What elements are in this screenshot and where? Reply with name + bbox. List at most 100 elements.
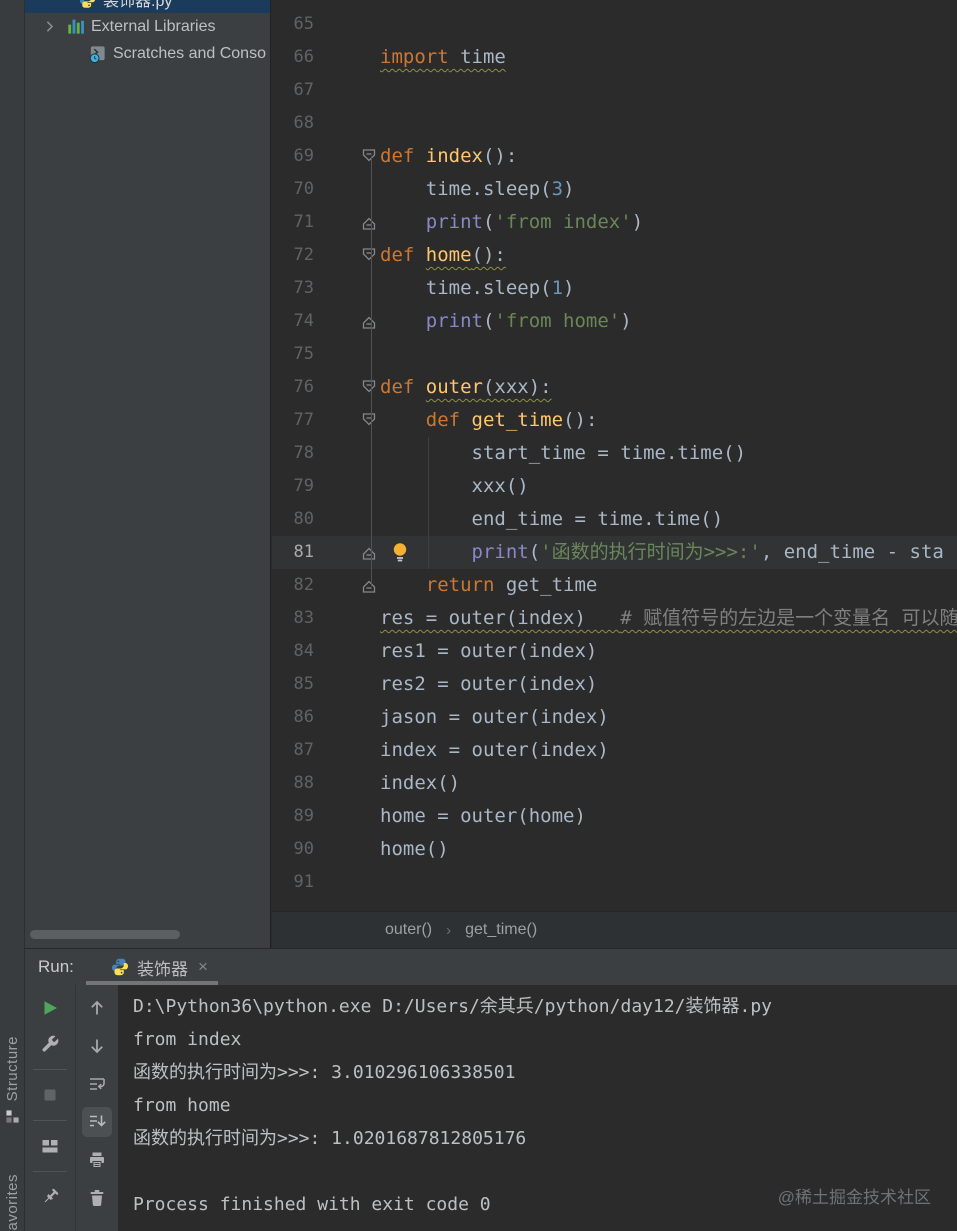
editor-line-88[interactable]: 88 index() <box>272 767 957 800</box>
print-button[interactable] <box>82 1145 112 1175</box>
editor-line-86[interactable]: 86 jason = outer(index) <box>272 701 957 734</box>
tree-item-decorator-file[interactable]: 装饰器.py <box>25 0 270 13</box>
line-number: 67 <box>293 80 314 100</box>
editor-line-75[interactable]: 75 <box>272 338 957 371</box>
editor-line-66[interactable]: 66 import time <box>272 41 957 74</box>
line-number: 69 <box>293 146 314 166</box>
restore-layout-button[interactable] <box>35 1131 65 1161</box>
editor-line-71[interactable]: 71 print('from index') <box>272 206 957 239</box>
line-number: 66 <box>293 47 314 67</box>
up-arrow-icon <box>87 998 107 1018</box>
breadcrumb-item-outer[interactable]: outer() <box>385 921 432 939</box>
sidebar-tab-structure[interactable]: Structure <box>0 1036 25 1124</box>
close-icon[interactable]: × <box>198 957 208 977</box>
fold-up-icon[interactable] <box>361 312 377 331</box>
editor-line-90[interactable]: 90 home() <box>272 833 957 866</box>
scroll-to-end-button[interactable] <box>82 1107 112 1137</box>
editor-line-77[interactable]: 77 def get_time(): <box>272 404 957 437</box>
indent-guide <box>428 437 429 569</box>
editor-line-78[interactable]: 78 start_time = time.time() <box>272 437 957 470</box>
fold-down-icon[interactable] <box>361 411 377 430</box>
print-icon <box>87 1150 107 1170</box>
toolbar-separator <box>33 1069 67 1070</box>
code-text: index() <box>380 772 461 794</box>
left-tool-stripe: Structure Favorites <box>0 0 25 1231</box>
fold-up-icon[interactable] <box>361 213 377 232</box>
breadcrumb-item-get-time[interactable]: get_time() <box>465 921 537 939</box>
editor-line-87[interactable]: 87 index = outer(index) <box>272 734 957 767</box>
down-arrow-button[interactable] <box>82 1031 112 1061</box>
code-text: return get_time <box>425 574 598 596</box>
rerun-button[interactable] <box>35 993 65 1023</box>
soft-wrap-button[interactable] <box>82 1069 112 1099</box>
editor-line-81[interactable]: 81 print('函数的执行时间为>>>:', end_time - sta <box>272 536 957 569</box>
line-number: 80 <box>293 509 314 529</box>
fold-up-icon[interactable] <box>361 543 377 562</box>
fold-down-icon[interactable] <box>361 147 377 166</box>
clear-button[interactable] <box>82 1183 112 1213</box>
line-number: 89 <box>293 806 314 826</box>
line-number: 83 <box>293 608 314 628</box>
pin-icon <box>40 1187 60 1207</box>
code-text: import time <box>380 46 506 68</box>
editor-line-68[interactable]: 68 <box>272 107 957 140</box>
editor-line-72[interactable]: 72 def home(): <box>272 239 957 272</box>
stop-button[interactable] <box>35 1080 65 1110</box>
editor-line-79[interactable]: 79 xxx() <box>272 470 957 503</box>
code-text: print('from index') <box>425 211 644 233</box>
tree-item-scratches-and-consoles[interactable]: Scratches and Conso <box>25 40 270 67</box>
toolbar-separator <box>33 1120 67 1121</box>
chevron-right-icon[interactable] <box>38 18 60 35</box>
editor-line-74[interactable]: 74 print('from home') <box>272 305 957 338</box>
fold-down-icon[interactable] <box>361 246 377 265</box>
line-number: 81 <box>293 542 314 562</box>
horizontal-scrollbar[interactable] <box>30 930 180 939</box>
line-number: 71 <box>293 212 314 232</box>
tree-item-label: External Libraries <box>91 17 216 35</box>
editor-line-76[interactable]: 76 def outer(xxx): <box>272 371 957 404</box>
code-text: index = outer(index) <box>380 739 609 761</box>
editor-line-89[interactable]: 89 home = outer(home) <box>272 800 957 833</box>
pin-button[interactable] <box>35 1182 65 1212</box>
console-line: 函数的执行时间为>>>: 3.010296106338501 <box>133 1062 516 1083</box>
line-number: 76 <box>293 377 314 397</box>
run-toolbar <box>25 985 76 1231</box>
code-text: end_time = time.time() <box>380 508 724 530</box>
code-editor[interactable]: 65 66 import time 67 68 69 def index(): 70 time… <box>272 0 957 911</box>
editor-line-80[interactable]: 80 end_time = time.time() <box>272 503 957 536</box>
editor-lines: 65 66 import time 67 68 69 def index(): 70 time… <box>272 8 957 899</box>
editor-line-82[interactable]: 82 return get_time <box>272 569 957 602</box>
up-arrow-button[interactable] <box>82 993 112 1023</box>
console-line: from index <box>133 1029 242 1050</box>
code-text: res1 = outer(index) <box>380 640 598 662</box>
fold-up-icon[interactable] <box>361 576 377 595</box>
line-number: 68 <box>293 113 314 133</box>
line-number: 65 <box>293 14 314 34</box>
soft-wrap-icon <box>87 1074 107 1094</box>
line-number: 78 <box>293 443 314 463</box>
line-number: 84 <box>293 641 314 661</box>
tree-item-label: Scratches and Conso <box>113 44 266 62</box>
editor-line-84[interactable]: 84 res1 = outer(index) <box>272 635 957 668</box>
editor-line-70[interactable]: 70 time.sleep(3) <box>272 173 957 206</box>
python-icon <box>110 957 130 977</box>
code-text: res = outer(index) # 赋值符号的左边是一个变量名 可以随 <box>380 607 957 629</box>
editor-line-91[interactable]: 91 <box>272 866 957 899</box>
stop-icon <box>40 1085 60 1105</box>
editor-line-67[interactable]: 67 <box>272 74 957 107</box>
editor-line-69[interactable]: 69 def index(): <box>272 140 957 173</box>
code-text: print('from home') <box>425 310 632 332</box>
code-text: start_time = time.time() <box>380 442 747 464</box>
sidebar-tab-favorites[interactable]: Favorites <box>0 1174 25 1231</box>
library-icon <box>66 17 85 36</box>
editor-line-85[interactable]: 85 res2 = outer(index) <box>272 668 957 701</box>
settings-button[interactable] <box>35 1029 65 1059</box>
run-tab[interactable]: 装饰器 × <box>86 949 218 985</box>
settings-icon <box>40 1034 60 1054</box>
tree-item-external-libraries[interactable]: External Libraries <box>25 13 270 40</box>
editor-line-83[interactable]: 83 res = outer(index) # 赋值符号的左边是一个变量名 可以随 <box>272 602 957 635</box>
tree-item-label: 装饰器.py <box>103 0 173 10</box>
editor-line-65[interactable]: 65 <box>272 8 957 41</box>
fold-down-icon[interactable] <box>361 378 377 397</box>
editor-line-73[interactable]: 73 time.sleep(1) <box>272 272 957 305</box>
